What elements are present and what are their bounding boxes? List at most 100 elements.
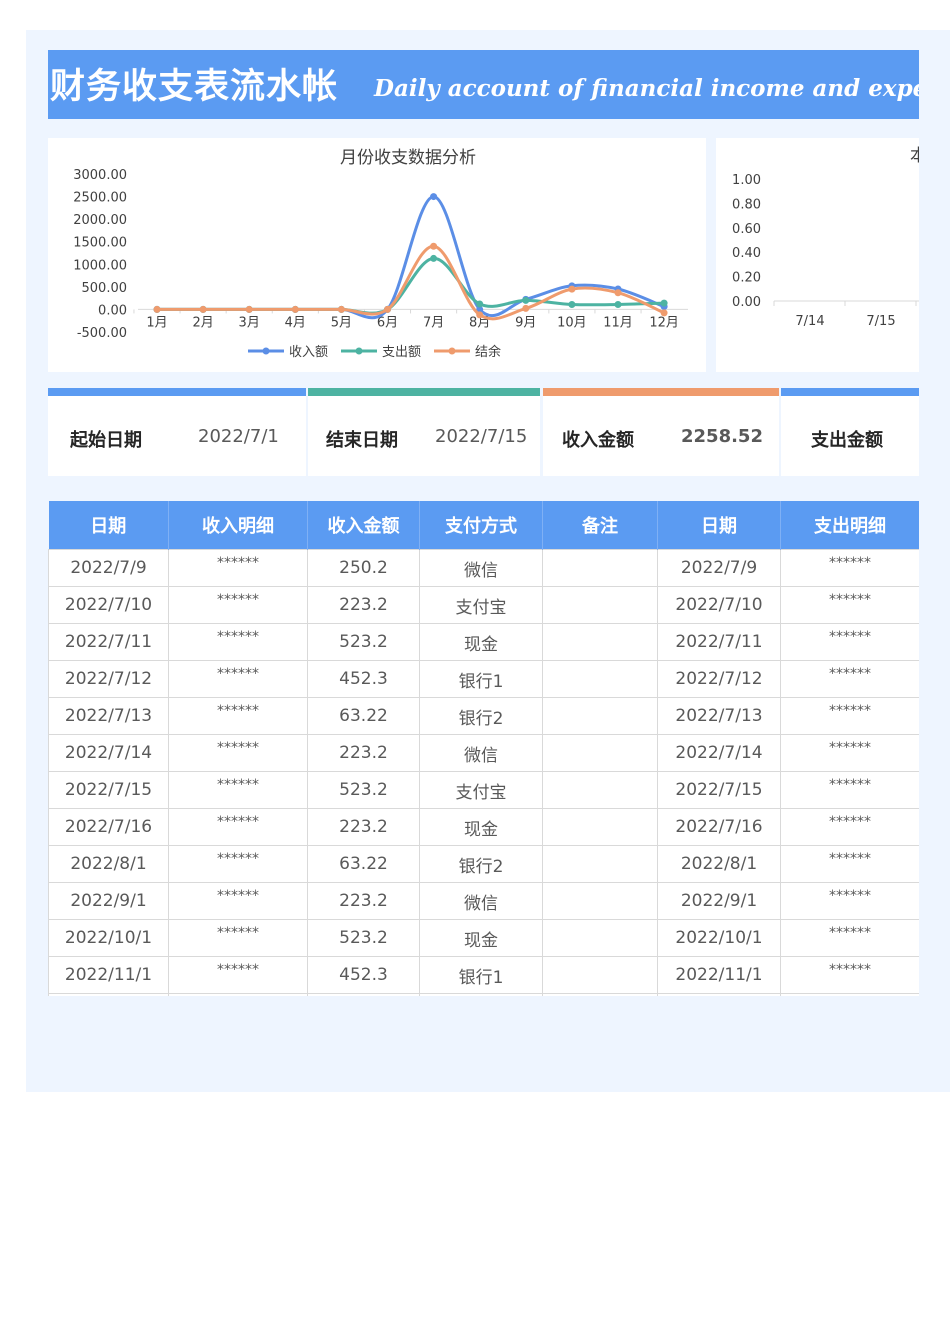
cell-payment-method[interactable]: 银行1 [419, 660, 543, 698]
cell-expense-date[interactable]: 2022/7/9 [657, 549, 781, 587]
cell-income-amount[interactable]: 250.2 [307, 549, 420, 587]
cell-expense-date[interactable]: 2022/7/16 [657, 808, 781, 846]
cell-income-date[interactable]: 2022/7/15 [48, 771, 169, 809]
cell-income-detail[interactable]: ****** [168, 697, 308, 735]
cell-income-date[interactable]: 2022/7/13 [48, 697, 169, 735]
start-date-value[interactable]: 2022/7/1 [198, 426, 279, 447]
cell-remark[interactable] [542, 734, 658, 772]
cell-expense-date[interactable]: 2022/10/1 [657, 919, 781, 957]
cell-payment-method[interactable]: 现金 [419, 623, 543, 661]
cell-expense-detail[interactable]: ****** [780, 623, 919, 661]
cell-income-amount[interactable]: 63.22 [307, 845, 420, 883]
cell-income-amount[interactable]: 63.22 [307, 697, 420, 735]
cell-expense-date[interactable]: 2022/7/11 [657, 623, 781, 661]
cell-income-date[interactable]: 2022/10/1 [48, 919, 169, 957]
cell-income-date[interactable]: 2022/12/1 [48, 993, 169, 996]
cell-expense-detail[interactable]: ****** [780, 660, 919, 698]
cell-expense-detail[interactable]: ****** [780, 586, 919, 624]
cell-expense-detail[interactable]: ****** [780, 956, 919, 994]
col-header-income-detail[interactable]: 收入明细 [168, 501, 308, 550]
cell-remark[interactable] [542, 808, 658, 846]
monthly-line-chart[interactable]: 月份收支数据分析 3000.00 2500.00 2000.00 1500.00 1000… [48, 138, 706, 372]
cell-income-date[interactable]: 2022/7/12 [48, 660, 169, 698]
cell-income-amount[interactable]: 223.2 [307, 808, 420, 846]
col-header-payment-method[interactable]: 支付方式 [419, 501, 543, 550]
cell-remark[interactable] [542, 549, 658, 587]
cell-expense-detail[interactable]: ****** [780, 734, 919, 772]
cell-expense-date[interactable]: 2022/7/15 [657, 771, 781, 809]
daily-chart-panel[interactable]: 本1.000.800.600.400.200.007/147/15▲ [716, 138, 919, 372]
cell-income-detail[interactable]: ****** [168, 586, 308, 624]
cell-payment-method[interactable]: 现金 [419, 919, 543, 957]
cell-payment-method[interactable]: 银行2 [419, 993, 543, 996]
col-header-income-amount[interactable]: 收入金额 [307, 501, 420, 550]
daily-line-chart[interactable]: 本1.000.800.600.400.200.007/147/15▲ [716, 138, 919, 372]
cell-remark[interactable] [542, 697, 658, 735]
end-date-value[interactable]: 2022/7/15 [435, 426, 527, 447]
cell-payment-method[interactable]: 银行1 [419, 956, 543, 994]
cell-income-date[interactable]: 2022/9/1 [48, 882, 169, 920]
cell-income-amount[interactable]: 523.2 [307, 919, 420, 957]
cell-income-date[interactable]: 2022/7/9 [48, 549, 169, 587]
cell-income-amount[interactable]: 523.2 [307, 623, 420, 661]
cell-income-amount[interactable]: 223.2 [307, 734, 420, 772]
cell-remark[interactable] [542, 919, 658, 957]
cell-expense-date[interactable]: 2022/11/1 [657, 956, 781, 994]
cell-expense-date[interactable]: 2022/7/13 [657, 697, 781, 735]
cell-payment-method[interactable]: 微信 [419, 734, 543, 772]
cell-expense-date[interactable]: 2022/7/10 [657, 586, 781, 624]
cell-income-detail[interactable]: ****** [168, 808, 308, 846]
cell-income-detail[interactable]: ****** [168, 771, 308, 809]
cell-income-detail[interactable]: ****** [168, 623, 308, 661]
cell-payment-method[interactable]: 支付宝 [419, 771, 543, 809]
cell-income-date[interactable]: 2022/8/1 [48, 845, 169, 883]
cell-income-amount[interactable]: 452.3 [307, 956, 420, 994]
cell-income-amount[interactable]: 63.22 [307, 993, 420, 996]
cell-payment-method[interactable]: 支付宝 [419, 586, 543, 624]
cell-income-detail[interactable]: ****** [168, 549, 308, 587]
col-header-expense-date[interactable]: 日期 [657, 501, 781, 550]
cell-remark[interactable] [542, 771, 658, 809]
cell-income-detail[interactable]: ****** [168, 734, 308, 772]
cell-income-date[interactable]: 2022/7/11 [48, 623, 169, 661]
cell-expense-date[interactable]: 2022/7/12 [657, 660, 781, 698]
cell-payment-method[interactable]: 银行2 [419, 697, 543, 735]
cell-income-detail[interactable]: ****** [168, 882, 308, 920]
cell-income-amount[interactable]: 452.3 [307, 660, 420, 698]
cell-remark[interactable] [542, 623, 658, 661]
cell-income-detail[interactable]: ****** [168, 993, 308, 996]
cell-income-date[interactable]: 2022/7/16 [48, 808, 169, 846]
cell-remark[interactable] [542, 956, 658, 994]
cell-expense-detail[interactable]: ****** [780, 771, 919, 809]
cell-payment-method[interactable]: 现金 [419, 808, 543, 846]
cell-remark[interactable] [542, 586, 658, 624]
cell-expense-detail[interactable]: ****** [780, 882, 919, 920]
cell-income-detail[interactable]: ****** [168, 660, 308, 698]
col-header-remark[interactable]: 备注 [542, 501, 658, 550]
cell-income-date[interactable]: 2022/11/1 [48, 956, 169, 994]
cell-expense-detail[interactable]: ****** [780, 919, 919, 957]
cell-payment-method[interactable]: 银行2 [419, 845, 543, 883]
cell-expense-detail[interactable]: ****** [780, 549, 919, 587]
cell-remark[interactable] [542, 993, 658, 996]
cell-expense-detail[interactable]: ****** [780, 845, 919, 883]
cell-expense-detail[interactable]: ****** [780, 993, 919, 996]
cell-remark[interactable] [542, 845, 658, 883]
col-header-income-date[interactable]: 日期 [48, 501, 169, 550]
cell-expense-detail[interactable]: ****** [780, 697, 919, 735]
cell-income-amount[interactable]: 223.2 [307, 586, 420, 624]
cell-expense-date[interactable]: 2022/8/1 [657, 845, 781, 883]
cell-expense-date[interactable]: 2022/9/1 [657, 882, 781, 920]
cell-income-amount[interactable]: 523.2 [307, 771, 420, 809]
cell-income-detail[interactable]: ****** [168, 919, 308, 957]
cell-payment-method[interactable]: 微信 [419, 882, 543, 920]
cell-income-detail[interactable]: ****** [168, 845, 308, 883]
cell-remark[interactable] [542, 882, 658, 920]
cell-income-date[interactable]: 2022/7/14 [48, 734, 169, 772]
col-header-expense-detail[interactable]: 支出明细 [780, 501, 919, 550]
cell-payment-method[interactable]: 微信 [419, 549, 543, 587]
cell-remark[interactable] [542, 660, 658, 698]
monthly-chart-panel[interactable]: 月份收支数据分析 3000.00 2500.00 2000.00 1500.00 1000… [48, 138, 706, 372]
cell-expense-date[interactable]: 2022/12/1 [657, 993, 781, 996]
cell-expense-date[interactable]: 2022/7/14 [657, 734, 781, 772]
